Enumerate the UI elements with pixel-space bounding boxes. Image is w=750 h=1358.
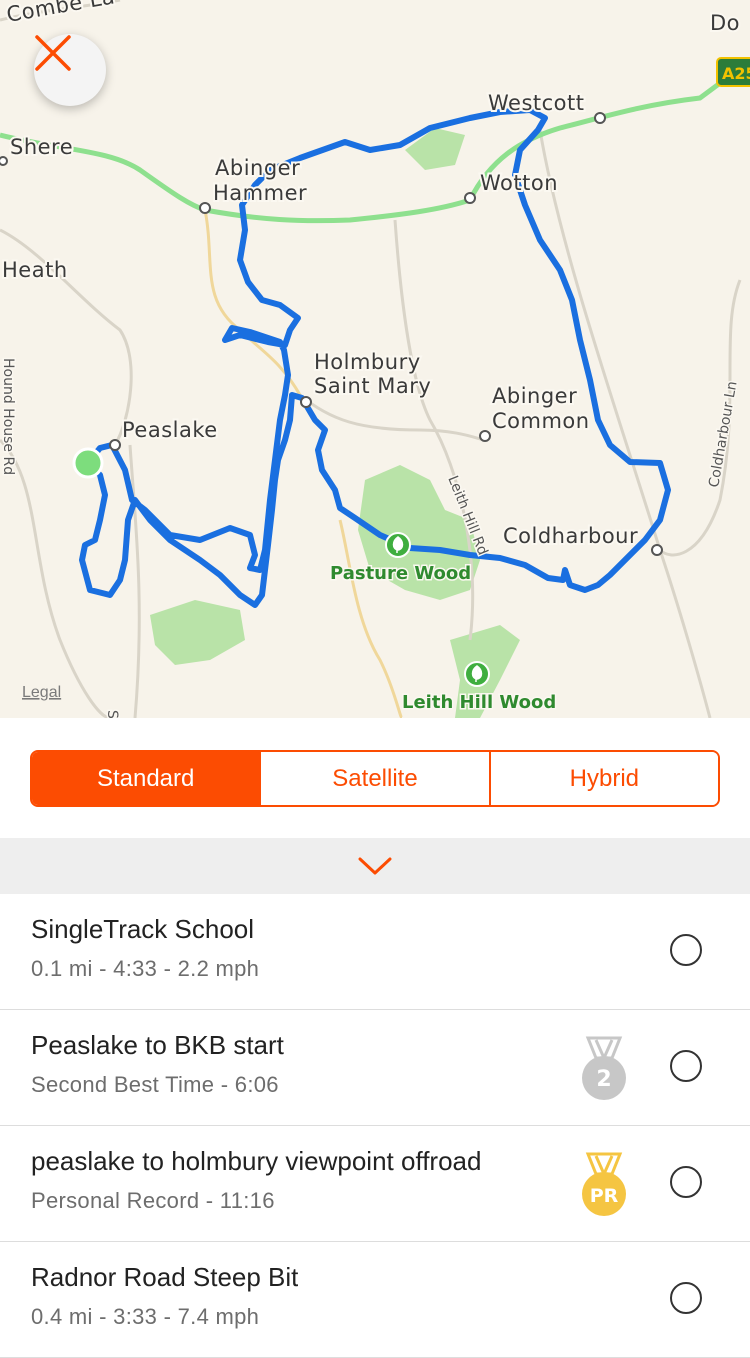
place-marker <box>199 202 211 214</box>
segment-title: Radnor Road Steep Bit <box>31 1262 299 1292</box>
segment-stats: 0.1 mi - 4:33 - 2.2 mph <box>31 956 260 981</box>
minor-road <box>0 438 111 718</box>
park-pin-icon <box>385 532 411 558</box>
route-start-marker <box>72 447 104 479</box>
place-label: Holmbury <box>314 350 421 374</box>
legal-link[interactable]: Legal <box>22 684 61 701</box>
map-type-standard[interactable]: Standard <box>32 752 260 805</box>
list-item[interactable]: peaslake to holmbury viewpoint offroad P… <box>0 1126 750 1242</box>
place-label: Do <box>710 11 740 35</box>
place-marker <box>464 192 476 204</box>
place-label: Combe La <box>5 0 117 27</box>
place-label: Peaslake <box>122 418 218 442</box>
list-item[interactable]: Peaslake to BKB start Second Best Time -… <box>0 1010 750 1126</box>
place-label: Wotton <box>480 171 558 195</box>
place-label: Abinger <box>492 384 577 408</box>
map-type-satellite[interactable]: Satellite <box>259 752 489 805</box>
drawer-toggle[interactable] <box>0 838 750 894</box>
segment-select-radio[interactable] <box>670 1050 702 1082</box>
woodland-area <box>150 600 245 665</box>
segment-title: SingleTrack School <box>31 914 255 944</box>
segment-stats: Personal Record - 11:16 <box>31 1188 275 1213</box>
place-label: Heath <box>2 258 68 282</box>
segment-stats: 0.4 mi - 3:33 - 7.4 mph <box>31 1304 260 1329</box>
svg-text:PR: PR <box>590 1185 619 1207</box>
map-view[interactable]: A25 Combe La Do Shere Abinger <box>0 0 750 718</box>
segment-select-radio[interactable] <box>670 1282 702 1314</box>
place-marker <box>109 439 121 451</box>
road-label: Coldharbour Ln <box>706 380 740 489</box>
minor-road <box>299 393 486 442</box>
segment-select-radio[interactable] <box>670 934 702 966</box>
park-label: Pasture Wood <box>330 563 471 584</box>
silver-medal-icon: 2 <box>582 1036 626 1100</box>
segment-title: peaslake to holmbury viewpoint offroad <box>31 1146 482 1176</box>
road-label: Hound House Rd <box>0 358 16 475</box>
list-item[interactable]: SingleTrack School 0.1 mi - 4:33 - 2.2 m… <box>0 894 750 1010</box>
road-label: S <box>104 710 120 718</box>
pr-medal-icon: PR <box>582 1152 626 1216</box>
map-type-selector: Standard Satellite Hybrid <box>30 750 720 807</box>
place-label: Coldharbour <box>503 524 638 548</box>
place-label: Shere <box>10 135 73 159</box>
place-marker <box>594 112 606 124</box>
close-icon <box>35 35 71 71</box>
segment-select-radio[interactable] <box>670 1166 702 1198</box>
chevron-down-icon <box>358 857 392 875</box>
close-button[interactable] <box>34 34 106 106</box>
park-pin-icon <box>464 661 490 687</box>
segment-title: Peaslake to BKB start <box>31 1030 284 1060</box>
map-canvas: A25 Combe La Do Shere Abinger <box>0 0 750 718</box>
place-label: Abinger <box>215 156 300 180</box>
map-type-hybrid[interactable]: Hybrid <box>488 752 718 805</box>
place-marker <box>300 396 312 408</box>
place-label: Hammer <box>213 181 307 205</box>
place-label: Saint Mary <box>314 374 431 398</box>
place-marker <box>0 156 8 166</box>
place-label: Westcott <box>488 91 585 115</box>
place-label: Common <box>492 409 590 433</box>
segment-list: SingleTrack School 0.1 mi - 4:33 - 2.2 m… <box>0 894 750 1358</box>
park-label: Leith Hill Wood <box>402 692 556 713</box>
place-marker <box>651 544 663 556</box>
road-badge-a25: A25 <box>716 57 750 87</box>
segment-stats: Second Best Time - 6:06 <box>31 1072 279 1097</box>
svg-text:2: 2 <box>596 1067 611 1092</box>
place-marker <box>479 430 491 442</box>
svg-text:A25: A25 <box>722 64 750 83</box>
list-item[interactable]: Radnor Road Steep Bit 0.4 mi - 3:33 - 7.… <box>0 1242 750 1358</box>
